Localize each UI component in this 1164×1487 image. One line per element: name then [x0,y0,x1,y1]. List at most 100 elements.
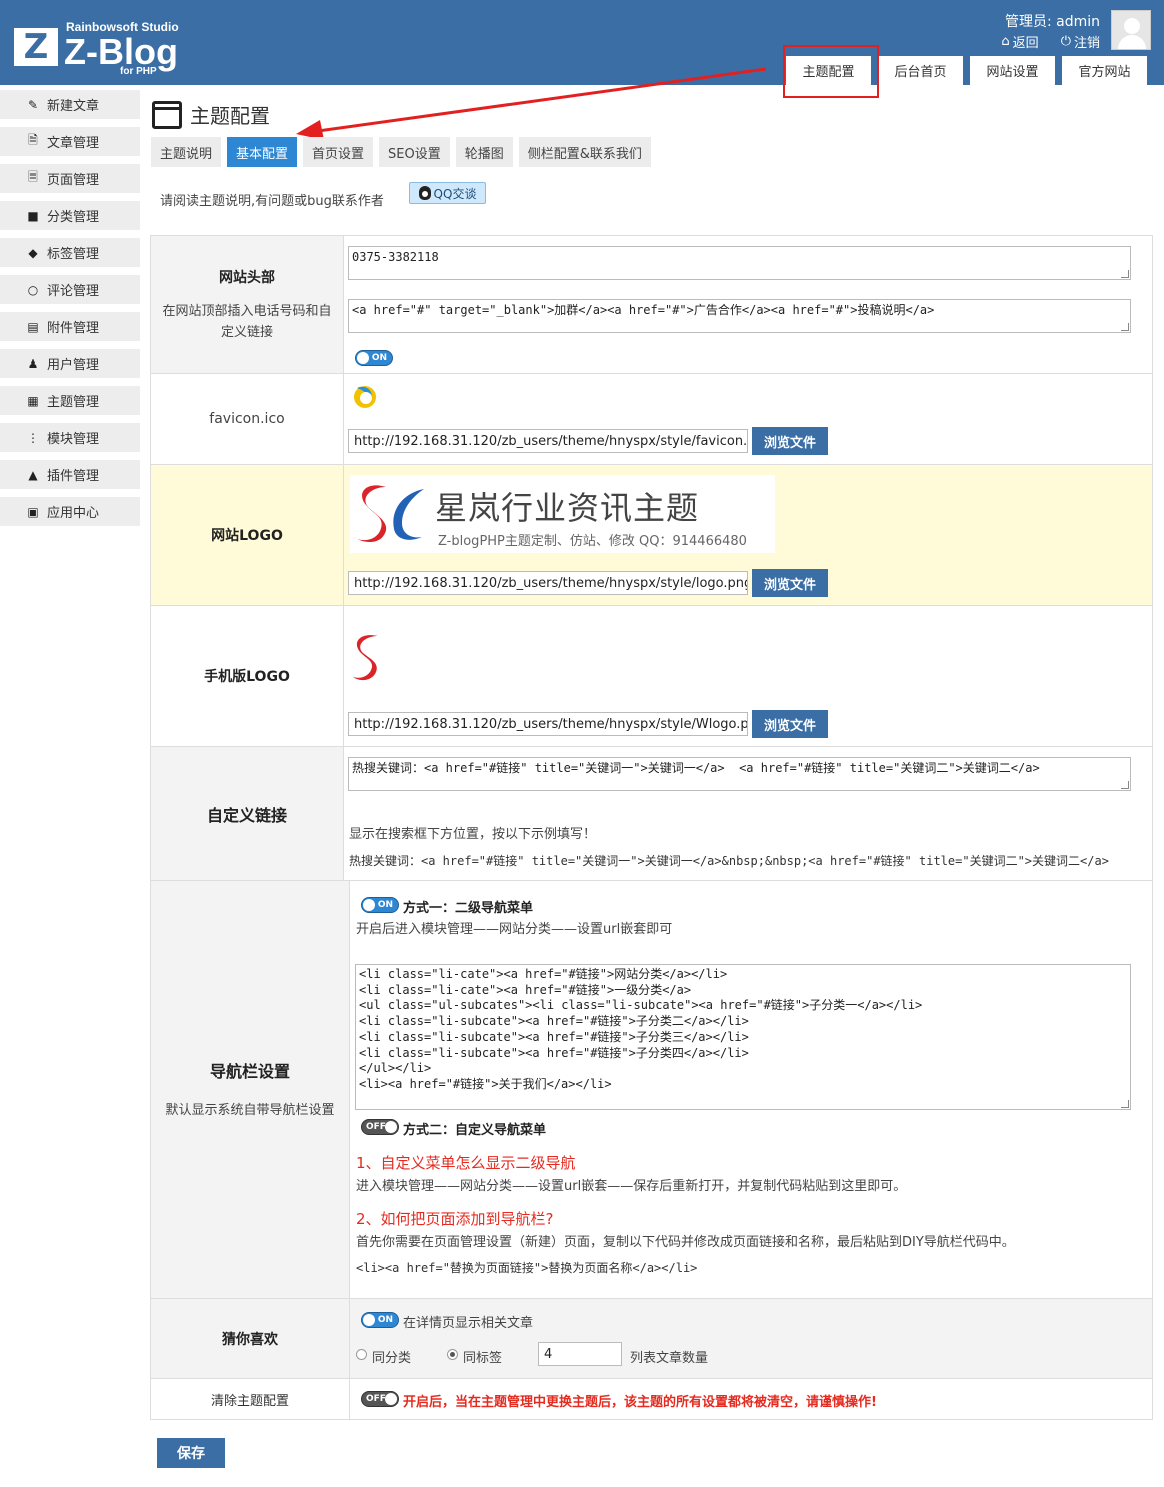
nav-mode1-toggle[interactable]: ON [361,897,399,913]
logo-letter: Z [23,27,49,67]
nav-code-value: <li class="li-cate"><a href="#链接">网站分类</… [359,967,923,1091]
sidebar-item-modules[interactable]: ⋮ 模块管理 [0,423,140,452]
related-posts-toggle[interactable]: ON [361,1312,399,1328]
sidebar-item-posts[interactable]: 🗎 文章管理 [0,127,140,156]
nav-a1: 进入模块管理——网站分类——设置url嵌套——保存后重新打开，并复制代码粘贴到这… [356,1179,907,1194]
sidebar-item-label: 评论管理 [47,284,100,299]
nav-mode1-hint: 开启后进入模块管理——网站分类——设置url嵌套即可 [356,922,673,937]
sidebar-item-plugins[interactable]: ▲ 插件管理 [0,460,140,489]
row-label: 网站LOGO [151,465,344,605]
tab-theme-readme[interactable]: 主题说明 [151,137,222,167]
row-label: 网站头部 在网站顶部插入电话号码和自定义链接 [151,236,344,373]
tab-admin-home[interactable]: 后台首页 [878,56,963,85]
row-value: ON 方式一：二级导航菜单 开启后进入模块管理——网站分类——设置url嵌套即可… [350,881,1152,1298]
nav-mode2-toggle[interactable]: OFF [361,1119,399,1135]
page-title: 主题配置 [190,104,270,128]
user-icon: ♟ [27,356,39,371]
radio-same-tag-label: 同标签 [463,1351,503,1366]
sidebar-item-users[interactable]: ♟ 用户管理 [0,349,140,378]
radio-same-category-label: 同分类 [372,1351,412,1366]
sidebar-item-attachments[interactable]: ▤ 附件管理 [0,312,140,341]
logo-url-input[interactable]: http://192.168.31.120/zb_users/theme/hny… [348,571,748,595]
phone-textarea[interactable]: 0375-3382118 [348,246,1131,280]
nav-mode1-label: 方式一：二级导航菜单 [403,901,534,916]
row-value: OFF 开启后，当在主题管理中更换主题后，该主题的所有设置都将被清空，请谨慎操作… [350,1379,1152,1419]
nav-code-textarea[interactable]: <li class="li-cate"><a href="#链接">网站分类</… [355,964,1131,1110]
app-center-icon: ▣ [27,504,39,519]
avatar[interactable] [1111,10,1151,50]
custom-links-hint: 显示在搜索框下方位置，按以下示例填写！ [349,827,597,842]
mobile-logo-url-input[interactable]: http://192.168.31.120/zb_users/theme/hny… [348,712,748,736]
header-links-textarea[interactable]: <a href="#" target="_blank">加群</a><a hre… [348,299,1131,333]
tab-carousel[interactable]: 轮播图 [455,137,513,167]
plugin-icon: ▲ [28,467,38,482]
row-label: 自定义链接 [151,747,344,880]
sidebar: ✎ 新建文章 🗎 文章管理 🗏 页面管理 ■ 分类管理 ◆ 标签管理 ○ 评论管理 ▤ 附件管… [0,90,140,534]
qq-button-label: QQ交谈 [433,186,477,201]
header-toggle[interactable]: ON [355,350,393,366]
comment-icon: ○ [27,282,39,297]
sidebar-item-comments[interactable]: ○ 评论管理 [0,275,140,304]
logo-browse-button[interactable]: 浏览文件 [752,569,828,597]
folder-icon: ■ [27,208,39,223]
row-site-logo: 网站LOGO 星岚行业资讯主题 Z-blogPHP主题定制、仿站、修改 QQ：9… [151,465,1152,606]
sidebar-item-label: 模块管理 [47,432,100,447]
custom-links-textarea[interactable]: 热搜关键词：<a href="#链接" title="关键词一">关键词一</a… [348,757,1131,791]
nav-code2: <li><a href="替换为页面链接">替换为页面名称</a></li> [356,1261,698,1275]
row-value: 0375-3382118 <a href="#" target="_blank"… [344,236,1152,373]
logo-url-value: http://192.168.31.120/zb_users/theme/hny… [354,575,748,591]
logo-subtitle: Z-blogPHP主题定制、仿站、修改 QQ：914466480 [438,534,747,549]
sidebar-item-new-post[interactable]: ✎ 新建文章 [0,90,140,119]
row-value: ON 在详情页显示相关文章 同分类 同标签 4 列表文章数量 [350,1299,1152,1378]
clear-config-toggle[interactable]: OFF [361,1391,399,1407]
tab-seo-settings[interactable]: SEO设置 [379,137,450,167]
tab-official-site[interactable]: 官方网站 [1062,56,1147,85]
row-label: 导航栏设置 默认显示系统自带导航栏设置 [151,881,350,1298]
highlight-box [783,45,879,98]
favicon-browse-button[interactable]: 浏览文件 [752,427,828,455]
home-icon: ⌂ [1001,34,1010,49]
row-desc: 默认显示系统自带导航栏设置 [165,1103,335,1118]
row-value: http://192.168.31.120/zb_users/theme/hny… [344,606,1152,746]
back-link-label: 返回 [1012,36,1039,51]
back-link[interactable]: ⌂ 返回 [1001,32,1038,51]
tab-basic-config[interactable]: 基本配置 [227,137,298,167]
save-button[interactable]: 保存 [157,1438,225,1468]
sidebar-item-label: 标签管理 [47,247,100,262]
tab-site-settings[interactable]: 网站设置 [970,56,1055,85]
sub-tabs: 主题说明 基本配置 首页设置 SEO设置 轮播图 侧栏配置&联系我们 [151,137,651,167]
sidebar-item-themes[interactable]: ▦ 主题管理 [0,386,140,415]
sidebar-item-categories[interactable]: ■ 分类管理 [0,201,140,230]
sidebar-item-tags[interactable]: ◆ 标签管理 [0,238,140,267]
brand-sub: for PHP [120,66,157,77]
post-count-value: 4 [544,1346,553,1362]
favicon-url-input[interactable]: http://192.168.31.120/zb_users/theme/hny… [348,429,748,453]
qq-chat-button[interactable]: QQ交谈 [409,182,486,204]
favicon-url-value: http://192.168.31.120/zb_users/theme/hny… [354,433,748,449]
tab-home-settings[interactable]: 首页设置 [303,137,374,167]
sidebar-item-label: 主题管理 [47,395,100,410]
row-value: 热搜关键词：<a href="#链接" title="关键词一">关键词一</a… [344,747,1152,880]
zblog-logo-icon[interactable]: Z [14,28,58,66]
tab-sidebar-contact[interactable]: 侧栏配置&联系我们 [518,137,651,167]
mobile-logo-browse-button[interactable]: 浏览文件 [752,710,828,738]
post-count-input[interactable]: 4 [538,1342,622,1366]
radio-same-category[interactable] [356,1349,367,1360]
sidebar-item-pages[interactable]: 🗏 页面管理 [0,164,140,193]
sidebar-item-app-center[interactable]: ▣ 应用中心 [0,497,140,526]
radio-same-tag[interactable] [447,1349,458,1360]
row-title: 导航栏设置 [209,1062,290,1081]
page-icon: 🗏 [28,170,38,184]
toggle-label: ON [377,1315,393,1325]
qq-penguin-icon [418,186,431,200]
logout-link[interactable]: ⏻ 注销 [1061,32,1100,51]
sc-logo-icon [354,485,424,542]
custom-links-value: 热搜关键词：<a href="#链接" title="关键词一">关键词一</a… [352,761,1040,775]
power-icon: ⏻ [1060,34,1071,49]
nav-q1: 1、自定义菜单怎么显示二级导航 [356,1154,576,1172]
admin-label: 管理员: admin [1004,14,1100,30]
row-label: 清除主题配置 [151,1379,350,1419]
row-site-header: 网站头部 在网站顶部插入电话号码和自定义链接 0375-3382118 <a h… [151,236,1152,374]
sidebar-item-label: 插件管理 [47,469,100,484]
tag-icon: ◆ [28,245,38,260]
